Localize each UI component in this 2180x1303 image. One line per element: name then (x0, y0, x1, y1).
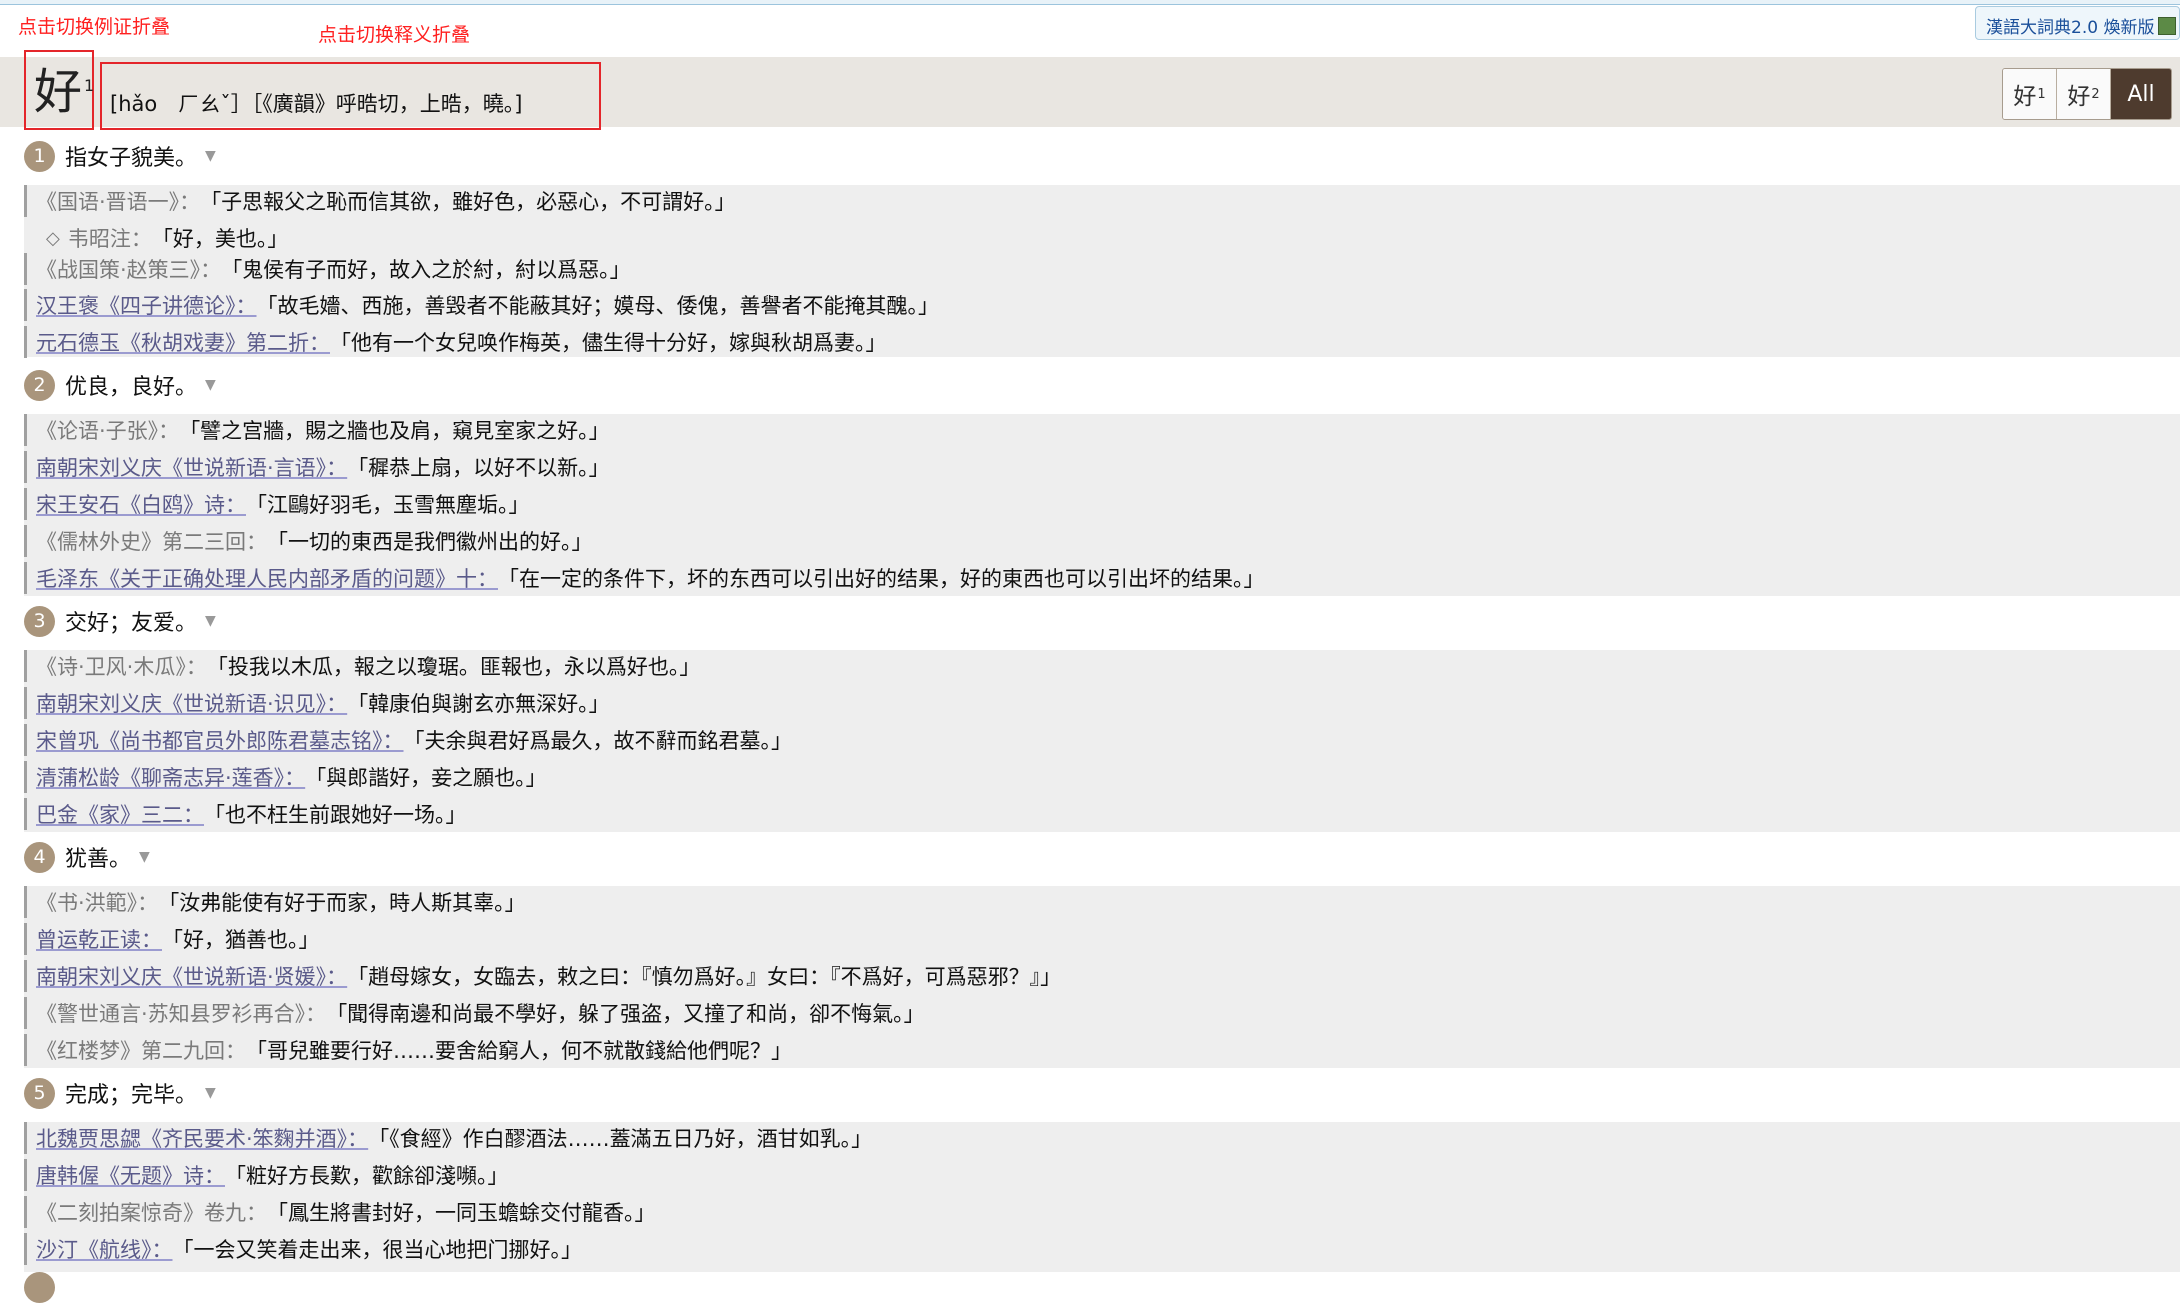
collapse-toggle-icon[interactable]: ▼ (139, 849, 150, 865)
sense-2-header[interactable]: 2 优良，良好。 ▼ (24, 367, 216, 403)
collapse-toggle-icon[interactable]: ▼ (205, 148, 216, 164)
source-link[interactable]: 宋曾巩《尚书都官员外郎陈君墓志铭》： (36, 725, 404, 755)
sense-5-header[interactable]: 5 完成；完毕。 ▼ (24, 1075, 216, 1111)
annotation-example-toggle: 点击切换例证折叠 (18, 16, 171, 38)
collapse-toggle-icon[interactable]: ▼ (205, 613, 216, 629)
quote-row: 清蒲松龄《聊斋志异·莲香》： 「與郎諧好，妾之願也。」 (24, 761, 547, 793)
sense-number-badge: 1 (24, 140, 55, 172)
headword-toggle[interactable]: 好 1 (24, 50, 94, 130)
source-link[interactable]: 宋王安石《白鸥》诗： (36, 489, 246, 519)
sense-definition: 完成；完毕。 (65, 1083, 198, 1108)
quote-row: 《红楼梦》第二九回： 「哥兒雖要行好……要舍給窮人，何不就散錢給他們呢？」 (24, 1034, 792, 1066)
entry-1-button[interactable]: 好1 (2003, 69, 2057, 119)
quote-row: 《国语·晋语一》： 「子思報父之恥而信其欲，雖好色，必惡心，不可謂好。」 (24, 185, 736, 217)
quote-row: 南朝宋刘义庆《世说新语·贤媛》： 「趙母嫁女，女臨去，敕之曰：『慎勿爲好。』女曰：… (24, 960, 1061, 992)
quote-row: 唐韩偓《无题》诗： 「粧好方長歎，歡餘卻淺嚬。」 (24, 1159, 509, 1191)
quote-row: 汉王褒《四子讲德论》： 「故毛嬙、西施，善毁者不能蔽其好；嫫母、倭傀，善譽者不能掩… (24, 289, 939, 321)
sense-definition: 交好；友爱。 (65, 611, 198, 636)
source-link[interactable]: 沙汀《航线》： (36, 1234, 173, 1264)
headword-char: 好 (34, 64, 83, 120)
source-link[interactable]: 汉王褒《四子讲德论》： (36, 290, 257, 320)
sense-definition: 指女子貌美。 (65, 146, 198, 171)
quote-row: 元石德玉《秋胡戏妻》第二折： 「他有一个女兒唤作梅英，儘生得十分好，嫁與秋胡爲妻。… (24, 326, 887, 358)
quote-row: 《战国策·赵策三》： 「鬼侯有子而好，故入之於紂，紂以爲惡。」 (24, 253, 631, 285)
headword-sup: 1 (84, 76, 95, 95)
quote-row: 《书·洪範》： 「汝弗能使有好于而家，時人斯其辜。」 (24, 886, 526, 918)
quote-row: 《诗·卫风·木瓜》： 「投我以木瓜，報之以瓊琚。匪報也，永以爲好也。」 (24, 650, 700, 682)
quote-row: 《论语·子张》： 「譬之宫牆，賜之牆也及肩，窺見室家之好。」 (24, 414, 610, 446)
top-border (0, 0, 2180, 5)
quote-row: 《儒林外史》第二三回： 「一切的東西是我們徽州出的好。」 (24, 525, 593, 557)
sense-number-badge: 2 (24, 369, 55, 401)
quote-row: 北魏贾思勰《齐民要术·笨麴并酒》： 「《食經》作白醪酒法……蓋滿五日乃好，酒甘如乳… (24, 1122, 872, 1154)
pronunciation-toggle[interactable]: [hǎo ㄏㄠˇ］［《廣韻》呼晧切，上晧，曉。] (100, 62, 601, 130)
collapse-toggle-icon[interactable]: ▼ (205, 377, 216, 393)
sense-3-header[interactable]: 3 交好；友爱。 ▼ (24, 603, 216, 639)
quote-row: 《警世通言·苏知县罗衫再合》： 「聞得南邊和尚最不學好，躲了强盗，又撞了和尚，卻不… (24, 997, 925, 1029)
dictionary-brand-link[interactable]: 漢語大詞典2.0 煥新版 (1975, 6, 2180, 40)
brand-icon (2158, 17, 2177, 35)
sense-definition: 犹善。 (65, 847, 132, 872)
quote-row: 宋王安石《白鸥》诗： 「江鷗好羽毛，玉雪無塵垢。」 (24, 488, 530, 520)
sense-number-badge: 5 (24, 1077, 55, 1109)
source-link[interactable]: 巴金《家》三二： (36, 799, 204, 829)
sense-1-header[interactable]: 1 指女子貌美。 ▼ (24, 138, 216, 174)
collapse-toggle-icon[interactable]: ▼ (205, 1085, 216, 1101)
source-link[interactable]: 毛泽东《关于正确处理人民内部矛盾的问题》十： (36, 563, 498, 593)
source-link[interactable]: 曾运乾正读： (36, 924, 162, 954)
quote-row: 毛泽东《关于正确处理人民内部矛盾的问题》十： 「在一定的条件下，坏的东西可以引出好… (24, 562, 1265, 594)
quote-row: 巴金《家》三二： 「也不枉生前跟她好一场。」 (24, 798, 467, 830)
quote-row: 沙汀《航线》： 「一会又笑着走出来，很当心地把门挪好。」 (24, 1233, 582, 1265)
annotation-sense-toggle: 点击切换释义折叠 (318, 24, 471, 46)
source-link[interactable]: 南朝宋刘义庆《世说新语·识见》： (36, 688, 347, 718)
entry-2-button[interactable]: 好2 (2057, 69, 2111, 119)
sense-definition: 优良，良好。 (65, 375, 198, 400)
source-link[interactable]: 南朝宋刘义庆《世说新语·贤媛》： (36, 961, 347, 991)
sense-number-badge: 3 (24, 605, 55, 637)
sense-number-badge: 4 (24, 841, 55, 873)
quote-row: 宋曾巩《尚书都官员外郎陈君墓志铭》： 「夫余與君好爲最久，故不辭而銘君墓。」 (24, 724, 792, 756)
source-link[interactable]: 元石德玉《秋胡戏妻》第二折： (36, 327, 330, 357)
sense-4-header[interactable]: 4 犹善。 ▼ (24, 839, 150, 875)
quote-row: 《二刻拍案惊奇》卷九： 「鳳生將書封好，一同玉蟾蜍交付龍香。」 (24, 1196, 656, 1228)
quote-row: 南朝宋刘义庆《世说新语·识见》： 「韓康伯與謝玄亦無深好。」 (24, 687, 610, 719)
source-link[interactable]: 北魏贾思勰《齐民要术·笨麴并酒》： (36, 1123, 368, 1153)
sense-6-badge-partial (24, 1272, 55, 1303)
all-entries-button[interactable]: All (2111, 69, 2171, 119)
source-link[interactable]: 唐韩偓《无题》诗： (36, 1160, 225, 1190)
diamond-icon: ◇ (46, 227, 60, 249)
source-link[interactable]: 清蒲松龄《聊斋志异·莲香》： (36, 762, 305, 792)
quote-note-row: ◇ 韦昭注： 「好，美也。」 (46, 227, 289, 251)
source-link[interactable]: 南朝宋刘义庆《世说新语·言语》： (36, 452, 347, 482)
entry-switcher: 好1 好2 All (2002, 68, 2172, 120)
pronunciation-text: [hǎo ㄏㄠˇ］［《廣韻》呼晧切，上晧，曉。] (110, 92, 523, 116)
quote-row: 南朝宋刘义庆《世说新语·言语》： 「穉恭上扇，以好不以新。」 (24, 451, 610, 483)
quote-row: 曾运乾正读： 「好，猶善也。」 (24, 923, 320, 955)
brand-label: 漢語大詞典2.0 煥新版 (1986, 18, 2155, 38)
